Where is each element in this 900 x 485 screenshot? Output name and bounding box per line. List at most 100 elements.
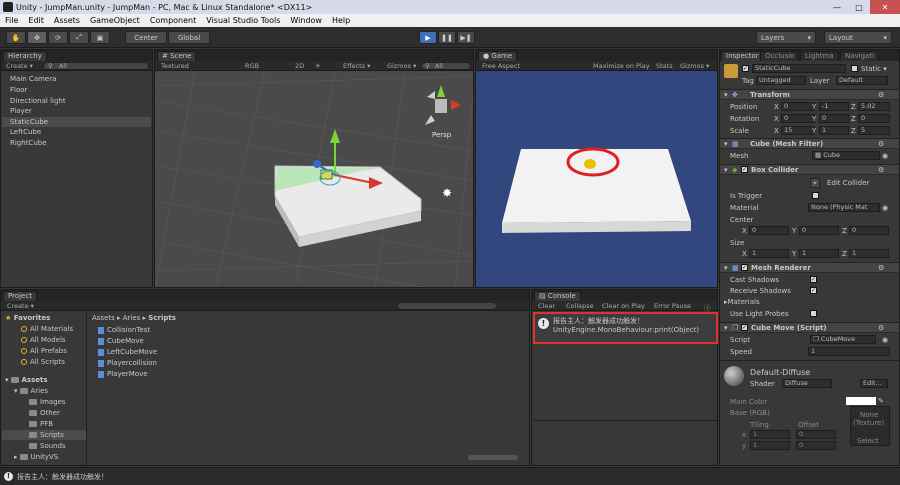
shading-dropdown[interactable]: Textured [161, 62, 189, 70]
render-mode-dropdown[interactable]: RGB [245, 62, 259, 70]
cube-move-header[interactable]: ▾ ❐ ✓ Cube Move (Script) ⚙ [720, 322, 899, 333]
center-x-field[interactable]: 0 [749, 226, 789, 235]
position-x-field[interactable]: 0 [781, 102, 815, 111]
stats-toggle[interactable]: Stats [656, 62, 673, 70]
settings-gear-icon[interactable]: ⚙ [878, 140, 884, 148]
tab-game[interactable]: ● Game [478, 51, 518, 61]
use-light-probes-checkbox[interactable] [810, 310, 817, 317]
script-file-cubemove[interactable]: CubeMove [98, 337, 144, 345]
2d-toggle[interactable]: 2D [295, 62, 304, 70]
pause-button[interactable]: ❚❚ [438, 31, 456, 44]
scale-tool-button[interactable]: ⤢ [69, 31, 89, 44]
size-z-field[interactable]: 1 [849, 249, 889, 258]
scene-search-input[interactable]: ⚲ All [421, 62, 471, 70]
script-file-leftcubemove[interactable]: LeftCubeMove [98, 348, 157, 356]
pivot-toggle[interactable]: Center [125, 31, 167, 44]
step-button[interactable]: ▶❚ [457, 31, 475, 44]
info-count-icon[interactable]: ⓘ [704, 302, 711, 312]
mesh-filter-header[interactable]: ▾ ▦ Cube (Mesh Filter) ⚙ [720, 138, 899, 149]
menu-visual-studio-tools[interactable]: Visual Studio Tools [201, 16, 285, 25]
position-z-field[interactable]: 5.02 [858, 102, 890, 111]
tab-console[interactable]: ▤ Console [534, 291, 581, 301]
favorite-all-materials[interactable]: All Materials [21, 325, 73, 333]
offset-y-field[interactable]: 0 [796, 441, 836, 450]
rect-tool-button[interactable]: ▣ [90, 31, 110, 44]
collider-material-field[interactable]: None (Physic Mat [808, 203, 880, 212]
game-gizmos-dropdown[interactable]: Gizmos ▾ [680, 62, 709, 70]
shader-edit-button[interactable]: Edit... [860, 379, 888, 388]
tag-dropdown[interactable]: Untagged [756, 76, 806, 85]
script-file-playermove[interactable]: PlayerMove [98, 370, 148, 378]
close-button[interactable]: ✕ [870, 0, 900, 14]
hierarchy-item-rightcube[interactable]: RightCube [10, 139, 47, 147]
menu-window[interactable]: Window [285, 16, 327, 25]
hierarchy-item-staticcube[interactable]: StaticCube [10, 118, 48, 126]
aspect-dropdown[interactable]: Free Aspect [482, 62, 520, 70]
layer-dropdown[interactable]: Default [836, 76, 888, 85]
settings-gear-icon[interactable]: ⚙ [878, 264, 884, 272]
tab-project[interactable]: Project [3, 291, 37, 301]
hierarchy-item-floor[interactable]: Floor [10, 86, 27, 94]
speed-field[interactable]: 1 [808, 347, 890, 356]
game-viewport[interactable] [476, 71, 717, 287]
tree-folder-pfb[interactable]: PFB [29, 420, 53, 428]
scale-x-field[interactable]: 15 [781, 126, 815, 135]
tab-lightmapping[interactable]: Lightma [800, 51, 839, 61]
space-toggle[interactable]: Global [168, 31, 210, 44]
maximize-button[interactable]: □ [848, 0, 870, 14]
receive-shadows-checkbox[interactable]: ✓ [810, 287, 817, 294]
menu-help[interactable]: Help [327, 16, 355, 25]
tree-folder-unityvs[interactable]: ▸ UnityVS [14, 453, 58, 461]
script-field[interactable]: ❐ CubeMove [810, 335, 876, 344]
settings-gear-icon[interactable]: ⚙ [878, 166, 884, 174]
menu-component[interactable]: Component [145, 16, 201, 25]
console-collapse-button[interactable]: Collapse [566, 302, 594, 310]
lighting-icon[interactable]: ☀ [315, 62, 321, 70]
transform-header[interactable]: ▾ ✥ Transform ⚙ [720, 89, 899, 100]
materials-foldout[interactable]: ▸Materials [724, 298, 760, 306]
scene-orientation-gizmo[interactable] [425, 85, 461, 125]
settings-gear-icon[interactable]: ⚙ [878, 324, 884, 332]
gizmos-dropdown[interactable]: Gizmos ▾ [387, 62, 416, 70]
console-log-entry[interactable]: ! 报告主人：触发器成功触发！ UnityEngine.MonoBehaviou… [533, 312, 718, 344]
tree-folder-other[interactable]: Other [29, 409, 60, 417]
cast-shadows-checkbox[interactable]: ✓ [810, 276, 817, 283]
settings-gear-icon[interactable]: ⚙ [878, 91, 884, 99]
tab-occlusion[interactable]: Occlusio [760, 51, 800, 61]
favorite-all-scripts[interactable]: All Scripts [21, 358, 65, 366]
object-picker-icon[interactable]: ◉ [882, 204, 888, 212]
project-search-input[interactable] [397, 302, 497, 310]
tiling-y-field[interactable]: 1 [750, 441, 790, 450]
menu-file[interactable]: File [0, 16, 23, 25]
breadcrumb-assets[interactable]: Assets [92, 314, 115, 322]
favorite-all-models[interactable]: All Models [21, 336, 66, 344]
tab-navigation[interactable]: Navigati [840, 51, 880, 61]
rotation-z-field[interactable]: 0 [858, 114, 890, 123]
is-trigger-checkbox[interactable] [812, 192, 819, 199]
offset-x-field[interactable]: 0 [796, 430, 836, 439]
position-y-field[interactable]: -1 [819, 102, 849, 111]
script-file-playercollision[interactable]: Playercollision [98, 359, 157, 367]
menu-gameobject[interactable]: GameObject [85, 16, 145, 25]
object-name-field[interactable]: StaticCube [752, 64, 846, 73]
script-file-collisiontest[interactable]: CollisionTest [98, 326, 150, 334]
box-collider-header[interactable]: ▾ ◈ ✓ Box Collider ⚙ [720, 164, 899, 175]
texture-slot[interactable]: None (Texture) Select [850, 406, 890, 446]
favorite-all-prefabs[interactable]: All Prefabs [21, 347, 67, 355]
hierarchy-create-button[interactable]: Create ▾ [6, 62, 33, 70]
tab-scene[interactable]: # Scene [157, 51, 197, 61]
edit-collider-icon[interactable]: ⌖ [810, 178, 820, 188]
tiling-x-field[interactable]: 1 [750, 430, 790, 439]
scale-y-field[interactable]: 1 [819, 126, 849, 135]
play-button[interactable]: ▶ [419, 31, 437, 44]
hierarchy-item-directional-light[interactable]: Directional light [10, 97, 66, 105]
hand-tool-button[interactable]: ✋ [6, 31, 26, 44]
project-create-button[interactable]: Create ▾ [7, 302, 34, 310]
effects-dropdown[interactable]: Effects ▾ [343, 62, 370, 70]
tree-folder-images[interactable]: Images [29, 398, 66, 406]
favorites-header[interactable]: ★ Favorites [5, 314, 50, 322]
hierarchy-item-main-camera[interactable]: Main Camera [10, 75, 56, 83]
breadcrumb-aries[interactable]: Aries [123, 314, 141, 322]
scene-persp-label[interactable]: Persp [432, 131, 452, 139]
mesh-field[interactable]: ▦ Cube [812, 151, 880, 160]
